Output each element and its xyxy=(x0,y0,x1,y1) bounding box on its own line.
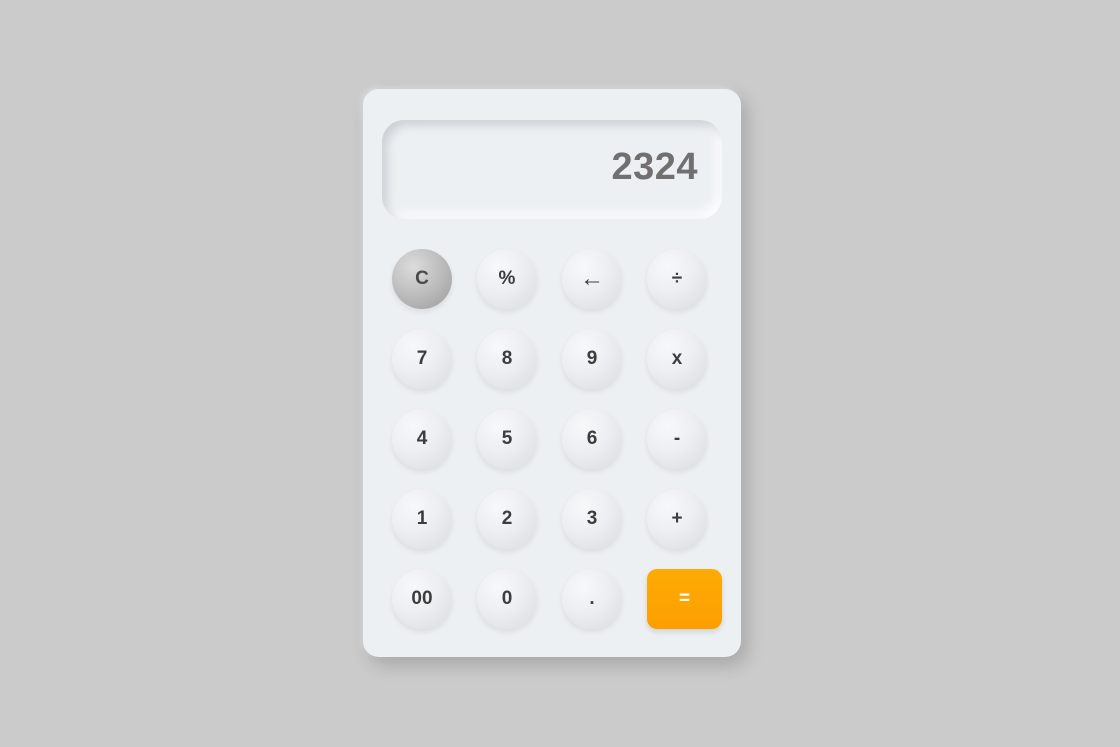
digit-1-button[interactable]: 1 xyxy=(392,489,452,549)
display-screen: 2324 xyxy=(382,120,722,219)
digit-0-button[interactable]: 0 xyxy=(477,569,537,629)
digit-8-button[interactable]: 8 xyxy=(477,329,537,389)
clear-button[interactable]: C xyxy=(392,249,452,309)
digit-2-button[interactable]: 2 xyxy=(477,489,537,549)
digit-3-button[interactable]: 3 xyxy=(562,489,622,549)
backspace-button[interactable]: ← xyxy=(562,249,622,309)
decimal-button[interactable]: . xyxy=(562,569,622,629)
digit-4-button[interactable]: 4 xyxy=(392,409,452,469)
multiply-button[interactable]: x xyxy=(647,329,707,389)
display-value: 2324 xyxy=(611,146,698,188)
double-zero-button[interactable]: 00 xyxy=(392,569,452,629)
divide-button[interactable]: ÷ xyxy=(647,249,707,309)
add-button[interactable]: + xyxy=(647,489,707,549)
page: 2324 C % ← ÷ 7 8 9 x 4 5 6 - 1 2 3 + 00 … xyxy=(0,0,1120,747)
digit-5-button[interactable]: 5 xyxy=(477,409,537,469)
digit-9-button[interactable]: 9 xyxy=(562,329,622,389)
percent-button[interactable]: % xyxy=(477,249,537,309)
digit-6-button[interactable]: 6 xyxy=(562,409,622,469)
subtract-button[interactable]: - xyxy=(647,409,707,469)
calculator: 2324 C % ← ÷ 7 8 9 x 4 5 6 - 1 2 3 + 00 … xyxy=(363,89,741,657)
equals-button[interactable]: = xyxy=(647,569,722,629)
digit-7-button[interactable]: 7 xyxy=(392,329,452,389)
